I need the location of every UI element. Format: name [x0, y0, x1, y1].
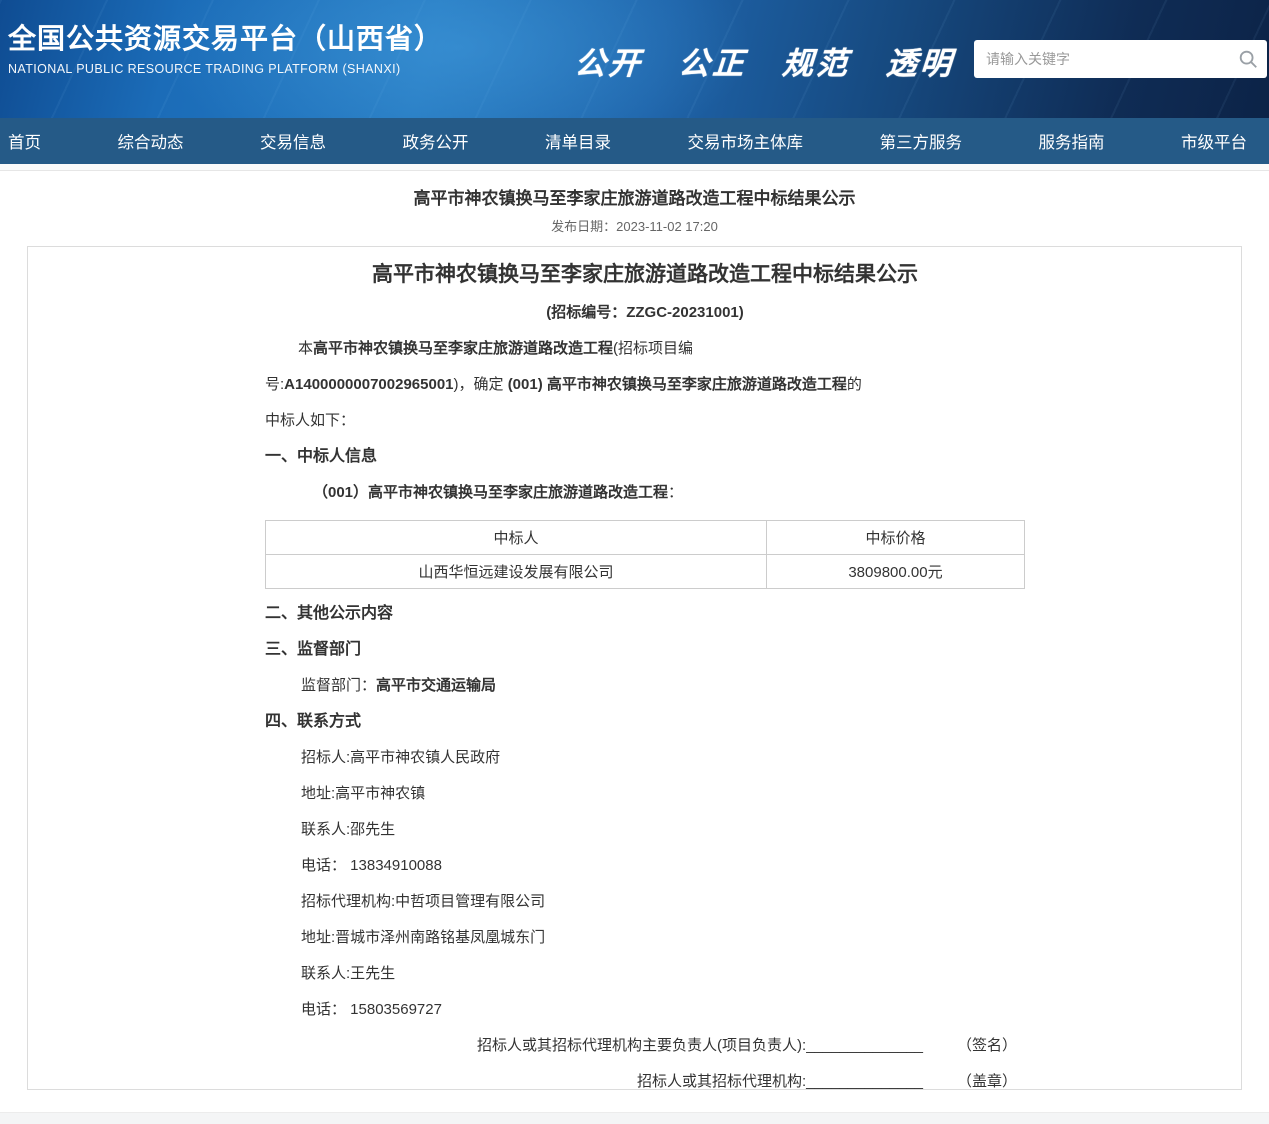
site-logo[interactable]: 全国公共资源交易平台（山西省） NATIONAL PUBLIC RESOURCE… — [8, 22, 443, 76]
nav-item-gov-public[interactable]: 政务公开 — [403, 129, 469, 153]
contact-address-1: 地址:高平市神农镇 — [265, 776, 1025, 812]
section-2-title: 二、其他公示内容 — [265, 596, 1025, 632]
seal-label: 招标人或其招标代理机构:______________ — [637, 1073, 923, 1090]
page: 全国公共资源交易平台（山西省） NATIONAL PUBLIC RESOURCE… — [0, 0, 1269, 1124]
award-table: 中标人 中标价格 山西华恒远建设发展有限公司 3809800.00元 — [265, 520, 1025, 589]
intro-line-1: 本高平市神农镇换马至李家庄旅游道路改造工程(招标项目编 — [265, 331, 1025, 367]
footer-strip — [0, 1112, 1269, 1124]
contact-tenderer: 招标人:高平市神农镇人民政府 — [265, 740, 1025, 776]
contact-phone-1: 电话： 13834910088 — [265, 848, 1025, 884]
search-box — [974, 40, 1267, 78]
intro-text: 号: — [265, 376, 284, 393]
signature-line-2: 招标人或其招标代理机构:______________ （盖章） — [265, 1064, 1025, 1100]
lot-colon: ： — [668, 484, 683, 501]
project-name: (001) 高平市神农镇换马至李家庄旅游道路改造工程 — [508, 376, 847, 393]
col-header-bidder: 中标人 — [266, 521, 767, 555]
dept-label: 监督部门： — [301, 677, 376, 694]
announcement-title: 高平市神农镇换马至李家庄旅游道路改造工程中标结果公示 — [265, 247, 1025, 290]
nav-item-list-catalog[interactable]: 清单目录 — [545, 129, 611, 153]
site-subtitle: NATIONAL PUBLIC RESOURCE TRADING PLATFOR… — [8, 62, 443, 76]
cell-bidder: 山西华恒远建设发展有限公司 — [266, 555, 767, 589]
header-banner: 全国公共资源交易平台（山西省） NATIONAL PUBLIC RESOURCE… — [0, 0, 1269, 118]
page-title: 高平市神农镇换马至李家庄旅游道路改造工程中标结果公示 — [0, 188, 1269, 210]
contact-address-2: 地址:晋城市泽州南路铭基凤凰城东门 — [265, 920, 1025, 956]
nav-item-market-entities[interactable]: 交易市场主体库 — [688, 129, 804, 153]
contact-phone-2: 电话： 15803569727 — [265, 992, 1025, 1028]
nav-divider — [0, 164, 1269, 171]
intro-line-2: 号:A1400000007002965001)，确定 (001) 高平市神农镇换… — [265, 367, 1025, 403]
slogan: 公开 公正 规范 透明 — [573, 38, 978, 83]
intro-text: 的 — [847, 376, 862, 393]
slogan-word: 规范 — [781, 46, 852, 82]
nav-item-news[interactable]: 综合动态 — [118, 129, 184, 153]
project-name: 高平市神农镇换马至李家庄旅游道路改造工程 — [313, 340, 613, 357]
announcement-box: 高平市神农镇换马至李家庄旅游道路改造工程中标结果公示 (招标编号：ZZGC-20… — [27, 246, 1242, 1090]
search-icon[interactable] — [1237, 48, 1259, 70]
bid-number: (招标编号：ZZGC-20231001) — [265, 295, 1025, 331]
slogan-word: 公正 — [677, 46, 748, 82]
nav-item-service-guide[interactable]: 服务指南 — [1039, 129, 1105, 153]
intro-text: 本 — [298, 340, 313, 357]
nav-item-home[interactable]: 首页 — [8, 129, 41, 153]
slogan-word: 透明 — [885, 46, 956, 82]
supervision-dept: 监督部门：高平市交通运输局 — [265, 668, 1025, 704]
publish-date: 发布日期：2023-11-02 17:20 — [0, 219, 1269, 235]
section-4-title: 四、联系方式 — [265, 704, 1025, 740]
intro-text: (招标项目编 — [613, 340, 693, 357]
intro-line-3: 中标人如下： — [265, 403, 1025, 439]
table-header-row: 中标人 中标价格 — [266, 521, 1025, 555]
contact-agency: 招标代理机构:中哲项目管理有限公司 — [265, 884, 1025, 920]
table-row: 山西华恒远建设发展有限公司 3809800.00元 — [266, 555, 1025, 589]
section-1-subtitle: （001）高平市神农镇换马至李家庄旅游道路改造工程： — [265, 475, 1025, 511]
nav-item-trade-info[interactable]: 交易信息 — [260, 129, 326, 153]
signature-suffix: （签名） — [957, 1028, 1017, 1064]
site-title: 全国公共资源交易平台（山西省） — [8, 22, 443, 56]
nav-item-city-platform[interactable]: 市级平台 — [1181, 129, 1247, 153]
contact-person-1: 联系人:邵先生 — [265, 812, 1025, 848]
signature-label: 招标人或其招标代理机构主要负责人(项目负责人):______________ — [477, 1037, 923, 1054]
col-header-price: 中标价格 — [766, 521, 1024, 555]
announcement-content: 高平市神农镇换马至李家庄旅游道路改造工程中标结果公示 (招标编号：ZZGC-20… — [265, 247, 1025, 1100]
slogan-word: 公开 — [573, 46, 644, 82]
search-input[interactable] — [974, 40, 1267, 78]
section-3-title: 三、监督部门 — [265, 632, 1025, 668]
seal-suffix: （盖章） — [957, 1064, 1017, 1100]
intro-text: )，确定 — [454, 376, 508, 393]
contact-person-2: 联系人:王先生 — [265, 956, 1025, 992]
dept-value: 高平市交通运输局 — [376, 677, 496, 694]
lot-name: （001）高平市神农镇换马至李家庄旅游道路改造工程 — [313, 484, 668, 501]
project-code: A1400000007002965001 — [284, 376, 453, 393]
signature-line-1: 招标人或其招标代理机构主要负责人(项目负责人):______________ （签… — [265, 1028, 1025, 1064]
section-1-title: 一、中标人信息 — [265, 439, 1025, 475]
cell-price: 3809800.00元 — [766, 555, 1024, 589]
main-nav: 首页 综合动态 交易信息 政务公开 清单目录 交易市场主体库 第三方服务 服务指… — [0, 118, 1269, 164]
nav-item-third-party[interactable]: 第三方服务 — [880, 129, 963, 153]
